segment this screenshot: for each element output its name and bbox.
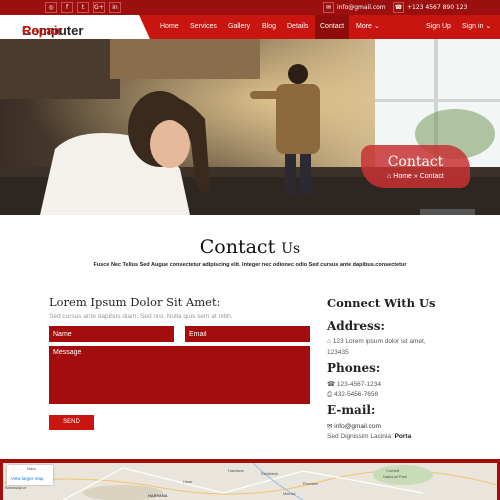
- view-larger-map-link[interactable]: View larger map: [11, 476, 43, 481]
- twitter-icon[interactable]: t: [77, 2, 89, 13]
- map-label-bahawalpur: Bahawalpur: [5, 485, 27, 490]
- map-label-haryana: HARYANA: [148, 493, 168, 498]
- facebook-icon[interactable]: f: [61, 2, 73, 13]
- map-label-roorkee: Roorkee: [303, 481, 319, 486]
- map-label-corbett: Corbett: [386, 468, 400, 473]
- hero-badge-title: Contact: [387, 154, 444, 170]
- map-label-national-park: National Park: [383, 474, 408, 479]
- map-terrain: [3, 463, 497, 500]
- hero-breadcrumb[interactable]: ⌂ Home » Contact: [361, 173, 470, 180]
- embedded-map[interactable]: Nara View larger map Bahawalpur Haridwar…: [3, 463, 497, 500]
- address-line1: ⌂ 123 Lorem ipsum dolor sit amet,: [327, 338, 426, 345]
- map-label-nara: Nara: [27, 466, 36, 471]
- nav-gallery[interactable]: Gallery: [228, 15, 250, 39]
- connect-heading: Connect With Us: [327, 296, 436, 310]
- phone-icon: ☎: [393, 2, 404, 13]
- nav-signin-dropdown[interactable]: Sign in ⌄: [462, 15, 491, 39]
- contact-tagline: Sed Dignissim Lacinia: Porta: [327, 433, 412, 440]
- address-line2: 123435: [327, 349, 349, 356]
- rss-icon[interactable]: ◎: [45, 2, 57, 13]
- message-field[interactable]: [49, 346, 310, 404]
- top-email[interactable]: ✉ info@gmail.com: [323, 2, 386, 13]
- send-button[interactable]: SEND: [49, 415, 94, 430]
- nav-services[interactable]: Services: [190, 15, 217, 39]
- form-subheading: Sed cursus ante dapibus diam. Sed nisi. …: [49, 313, 233, 320]
- nav-signup[interactable]: Sign Up: [426, 15, 451, 39]
- email-label: E-mail:: [327, 403, 376, 417]
- phones-label: Phones:: [327, 361, 381, 375]
- map-label-rishikesh: Rishikesh: [261, 471, 279, 476]
- nav-home[interactable]: Home: [160, 15, 179, 39]
- nav-blog[interactable]: Blog: [262, 15, 276, 39]
- brand-logo[interactable]: Computer Repair: [0, 15, 150, 39]
- main-navbar: Computer Repair Home Services Gallery Bl…: [0, 15, 500, 39]
- nav-contact[interactable]: Contact: [315, 15, 350, 39]
- page-subtitle: Fusce Nec Tellus Sed Augue consectetur a…: [93, 262, 407, 268]
- form-heading: Lorem Ipsum Dolor Sit Amet:: [49, 295, 221, 309]
- hero-banner: Contact ⌂ Home » Contact: [0, 39, 500, 215]
- top-bar: ◎ f t G+ in ✉ info@gmail.com ☎ +123 4567 8…: [0, 0, 500, 15]
- phone-2[interactable]: ⎙ 432-5456-7658: [327, 391, 378, 399]
- map-info-card: Nara: [7, 465, 53, 485]
- top-email-text: info@gmail.com: [337, 4, 386, 11]
- address-label: Address:: [327, 319, 385, 333]
- map-label-haridwar: Haridwar: [228, 468, 245, 473]
- hero-contact-badge: Contact ⌂ Home » Contact: [361, 145, 470, 188]
- google-plus-icon[interactable]: G+: [93, 2, 105, 13]
- map-label-meerut: Meerut: [283, 491, 296, 496]
- map-label-hisar: Hisar: [183, 479, 193, 484]
- map-section: Nara View larger map Bahawalpur Haridwar…: [0, 459, 500, 500]
- email-field[interactable]: [185, 326, 310, 342]
- envelope-icon: ✉: [323, 2, 334, 13]
- contact-email[interactable]: ✉ info@gmail.com: [327, 422, 381, 430]
- nav-more-dropdown[interactable]: More ⌄: [356, 15, 380, 39]
- phone-1[interactable]: ☎ 123-4567-1234: [327, 380, 381, 388]
- hero-photo: [0, 39, 500, 215]
- top-phone[interactable]: ☎ +123 4567 890 123: [393, 2, 467, 13]
- nav-details[interactable]: Details: [287, 15, 308, 39]
- page-title: Contact Us: [199, 236, 301, 258]
- name-field[interactable]: [49, 326, 174, 342]
- top-phone-text: +123 4567 890 123: [407, 4, 468, 11]
- linkedin-icon[interactable]: in: [109, 2, 121, 13]
